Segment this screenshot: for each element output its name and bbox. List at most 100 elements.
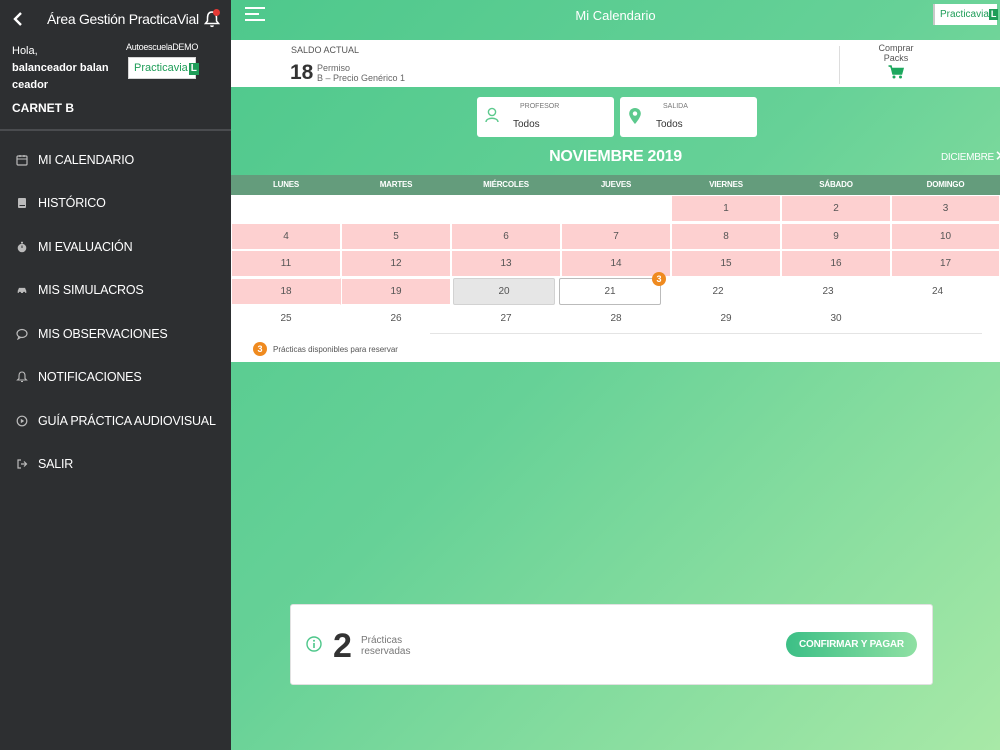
calendar-day-16[interactable]: 16 — [781, 250, 891, 277]
calendar-day-5[interactable]: 5 — [341, 222, 451, 250]
nav-label: NOTIFICACIONES — [38, 370, 142, 385]
header-logo: Practicavia L — [933, 4, 999, 25]
calendar-day-4[interactable]: 4 — [231, 222, 341, 250]
confirm-pay-button[interactable]: CONFIRMAR Y PAGAR — [786, 632, 917, 657]
day-number: 4 — [283, 230, 289, 242]
calendar-day-18[interactable]: 18 — [231, 277, 341, 305]
nav-item-audiovisual-guide[interactable]: GUÍA PRÁCTICA AUDIOVISUAL — [0, 399, 231, 443]
nav-item-history[interactable]: HISTÓRICO — [0, 182, 231, 226]
calendar-day-26[interactable]: 26 — [341, 305, 451, 332]
calendar-week-row: 18 19 20 21 3 22 23 24 — [231, 271, 1000, 305]
calendar-day-8[interactable]: 8 — [671, 222, 781, 250]
calendar-week-row: 4 5 6 7 8 9 10 — [231, 222, 1000, 250]
buy-packs-button[interactable]: Comprar Packs — [841, 43, 951, 79]
stopwatch-icon — [17, 241, 27, 253]
permit-label: Permiso — [317, 63, 351, 73]
calendar-body: 1 2 3 4 5 6 7 8 9 10 11 12 13 14 15 16 17 18 19 20 21 3 22 23 24… — [231, 195, 1000, 332]
info-icon — [306, 636, 322, 652]
calendar-day-20[interactable]: 20 — [453, 277, 555, 305]
calendar-icon — [16, 154, 28, 166]
notification-dot — [213, 9, 220, 16]
calendar-day-22[interactable]: 22 — [663, 278, 773, 305]
next-month-button[interactable]: DICIEMBRE — [941, 151, 1000, 163]
calendar-empty-cell — [341, 195, 451, 222]
departure-filter[interactable]: SALIDA Todos — [620, 97, 757, 137]
nav-item-logout[interactable]: SALIR — [0, 443, 231, 487]
logo-box: L — [988, 9, 999, 20]
school-name: AutoescuelaDEMO — [126, 42, 199, 52]
calendar-day-12[interactable]: 12 — [341, 250, 451, 277]
logo-text: Practicavia — [940, 9, 989, 20]
day-number: 21 — [604, 285, 616, 297]
calendar-day-1[interactable]: 1 — [671, 195, 781, 222]
departure-filter-label: SALIDA — [663, 103, 688, 110]
day-number: 30 — [830, 313, 842, 324]
nav-item-calendar[interactable]: MI CALENDARIO — [0, 138, 231, 182]
day-number: 16 — [830, 258, 842, 269]
calendar-day-29[interactable]: 29 — [671, 305, 781, 332]
calendar-day-9[interactable]: 9 — [781, 222, 891, 250]
day-number: 6 — [503, 230, 509, 242]
back-arrow-icon[interactable] — [12, 11, 24, 27]
nav-item-simulations[interactable]: MIS SIMULACROS — [0, 269, 231, 313]
current-month: NOVIEMBRE 2019 — [549, 148, 682, 165]
logout-icon — [17, 459, 28, 469]
day-number: 13 — [500, 258, 512, 269]
weekday-label: LUNES — [272, 180, 300, 189]
weekday-label: VIERNES — [709, 180, 743, 189]
day-number: 19 — [390, 285, 402, 297]
day-number: 29 — [720, 313, 732, 324]
calendar-day-23[interactable]: 23 — [773, 278, 883, 305]
calendar-day-17[interactable]: 17 — [891, 250, 1000, 277]
nav-label: MI CALENDARIO — [38, 152, 135, 167]
nav-item-evaluation[interactable]: MI EVALUACIÓN — [0, 225, 231, 269]
calendar-day-7[interactable]: 7 — [561, 222, 671, 250]
logo-text: Practicavia — [134, 62, 188, 74]
book-icon — [18, 198, 26, 209]
bell-icon — [16, 371, 28, 383]
shopping-cart-icon — [888, 65, 904, 79]
calendar-day-10[interactable]: 10 — [891, 222, 1000, 250]
nav-item-observations[interactable]: MIS OBSERVACIONES — [0, 312, 231, 356]
legend-text: Prácticas disponibles para reservar — [273, 344, 398, 354]
calendar-day-24[interactable]: 24 — [883, 278, 992, 305]
nav-item-notifications[interactable]: NOTIFICACIONES — [0, 356, 231, 400]
calendar-day-25[interactable]: 25 — [231, 305, 341, 332]
calendar-day-11[interactable]: 11 — [231, 250, 341, 277]
calendar-day-28[interactable]: 28 — [561, 305, 671, 332]
nav-label: HISTÓRICO — [38, 196, 106, 211]
day-number: 18 — [280, 285, 292, 297]
legend-badge: 3 — [253, 342, 267, 356]
calendar-day-3[interactable]: 3 — [891, 195, 1000, 222]
balance-divider — [839, 46, 840, 84]
calendar-day-21[interactable]: 21 3 — [559, 271, 666, 305]
day-number: 5 — [393, 230, 399, 242]
chevron-right-icon — [996, 151, 1000, 160]
license-type: CARNET B — [12, 101, 74, 115]
teacher-filter[interactable]: PROFESOR Todos — [477, 97, 614, 137]
play-icon — [16, 415, 28, 427]
calendar-day-27[interactable]: 27 — [451, 305, 561, 332]
day-number: 7 — [613, 230, 619, 242]
calendar-empty-cell — [231, 195, 341, 222]
teacher-filter-label: PROFESOR — [520, 103, 560, 110]
calendar-day-30[interactable]: 30 — [781, 305, 891, 332]
calendar-day-19[interactable]: 19 — [341, 277, 451, 305]
calendar-day-15[interactable]: 15 — [671, 250, 781, 277]
reserved-label-line1: Prácticas — [361, 635, 403, 646]
sidebar-header: Área Gestión PracticaVial — [0, 0, 231, 38]
calendar-week-row: 25 26 27 28 29 30 — [231, 305, 1000, 332]
calendar-day-13[interactable]: 13 — [451, 250, 561, 277]
teacher-filter-value: Todos — [513, 119, 540, 130]
day-number: 17 — [939, 258, 952, 269]
greeting-text: Hola, — [12, 45, 38, 57]
calendar-day-6[interactable]: 6 — [451, 222, 561, 250]
day-number: 14 — [610, 258, 622, 269]
weekday-label: DOMINGO — [926, 180, 965, 189]
day-number: 25 — [280, 313, 292, 324]
day-number: 10 — [939, 230, 952, 242]
calendar-day-2[interactable]: 2 — [781, 195, 891, 222]
day-number: 8 — [723, 230, 729, 242]
day-number: 1 — [723, 203, 729, 214]
balance-details: Permiso B – Precio Genérico 1 — [317, 63, 405, 83]
